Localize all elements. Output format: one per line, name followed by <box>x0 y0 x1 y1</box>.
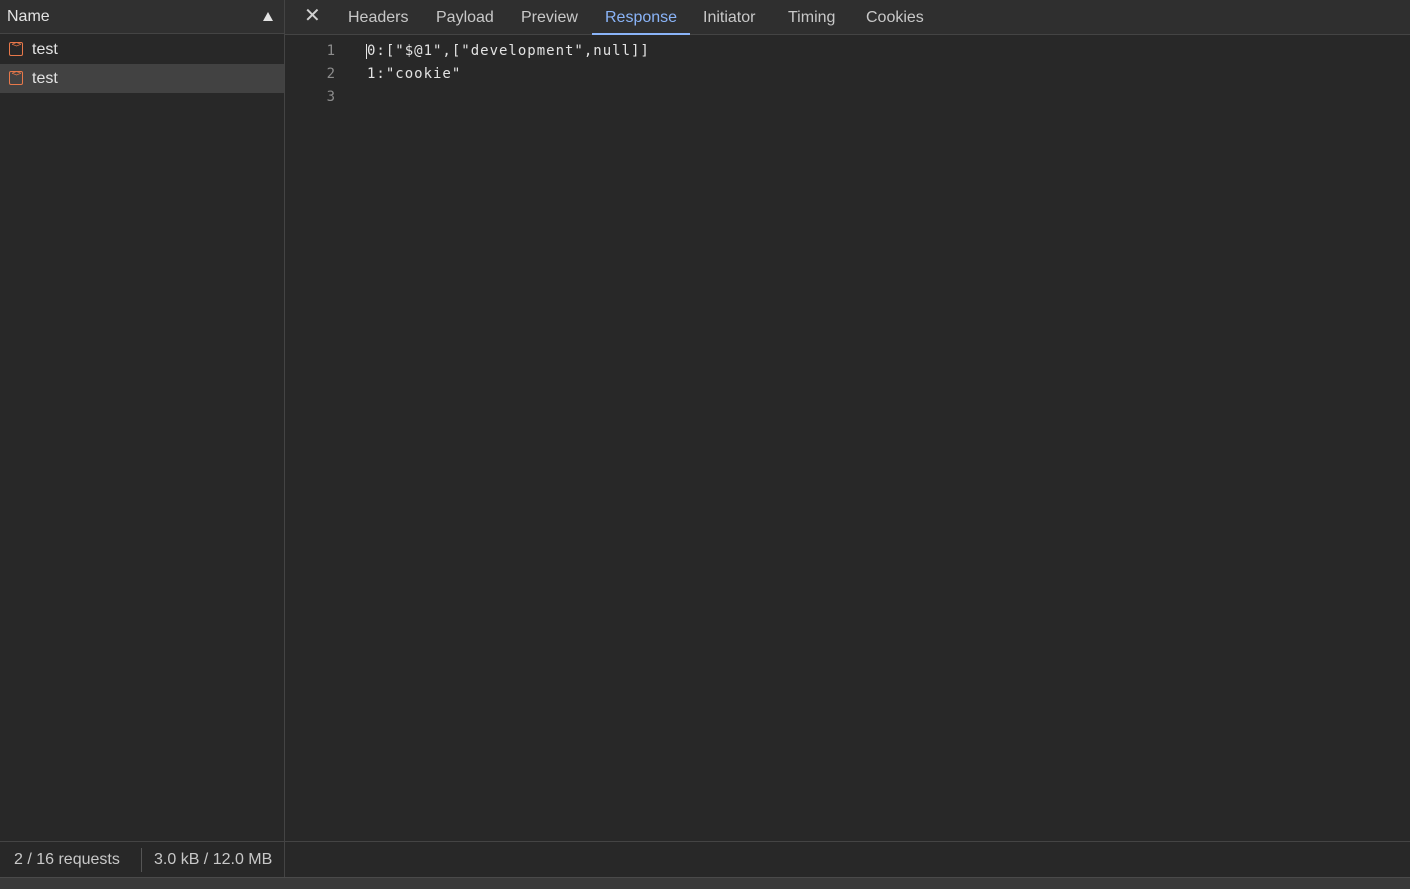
details-tab-bar: ✕ Headers Payload Preview Response Initi… <box>285 0 1410 35</box>
request-row-selected[interactable]: <> test <box>0 64 284 93</box>
tab-timing[interactable]: Timing <box>775 0 848 35</box>
tab-payload[interactable]: Payload <box>423 0 507 35</box>
tab-response[interactable]: Response <box>592 0 691 35</box>
requests-panel: Name <> test <> test 2 / 16 requests 3.0… <box>0 0 285 877</box>
line-content[interactable]: 1:"cookie" <box>367 63 461 86</box>
code-doc-icon: <> <box>9 40 23 56</box>
line-number: 2 <box>326 66 335 82</box>
request-name: test <box>32 41 58 58</box>
request-row[interactable]: <> test <box>0 35 284 64</box>
request-name: test <box>32 70 58 87</box>
code-line: 1 0:["$@1",["development",null]] <box>285 40 1410 63</box>
code-doc-icon: <> <box>9 69 23 85</box>
line-content[interactable]: 0:["$@1",["development",null]] <box>367 40 650 63</box>
status-divider <box>141 848 142 872</box>
request-count: 2 / 16 requests <box>14 851 120 868</box>
network-status-bar: 2 / 16 requests 3.0 kB / 12.0 MB <box>0 841 284 877</box>
response-viewer[interactable]: 1 0:["$@1",["development",null]] 2 1:"co… <box>285 36 1410 841</box>
tab-cookies[interactable]: Cookies <box>853 0 937 35</box>
tab-initiator[interactable]: Initiator <box>690 0 768 35</box>
line-number: 1 <box>326 43 335 59</box>
bottom-drawer-strip[interactable] <box>0 877 1410 889</box>
code-line: 3 <box>285 86 1410 109</box>
details-footer <box>285 841 1410 877</box>
close-icon[interactable]: ✕ <box>304 5 321 27</box>
line-number: 3 <box>326 89 335 105</box>
sort-ascending-icon[interactable] <box>263 12 273 21</box>
name-column-label: Name <box>7 8 50 25</box>
request-details-panel: ✕ Headers Payload Preview Response Initi… <box>285 0 1410 877</box>
name-column-header[interactable]: Name <box>0 0 284 34</box>
code-line: 2 1:"cookie" <box>285 63 1410 86</box>
tab-preview[interactable]: Preview <box>508 0 591 35</box>
transfer-size: 3.0 kB / 12.0 MB <box>154 851 273 868</box>
tab-headers[interactable]: Headers <box>335 0 421 35</box>
